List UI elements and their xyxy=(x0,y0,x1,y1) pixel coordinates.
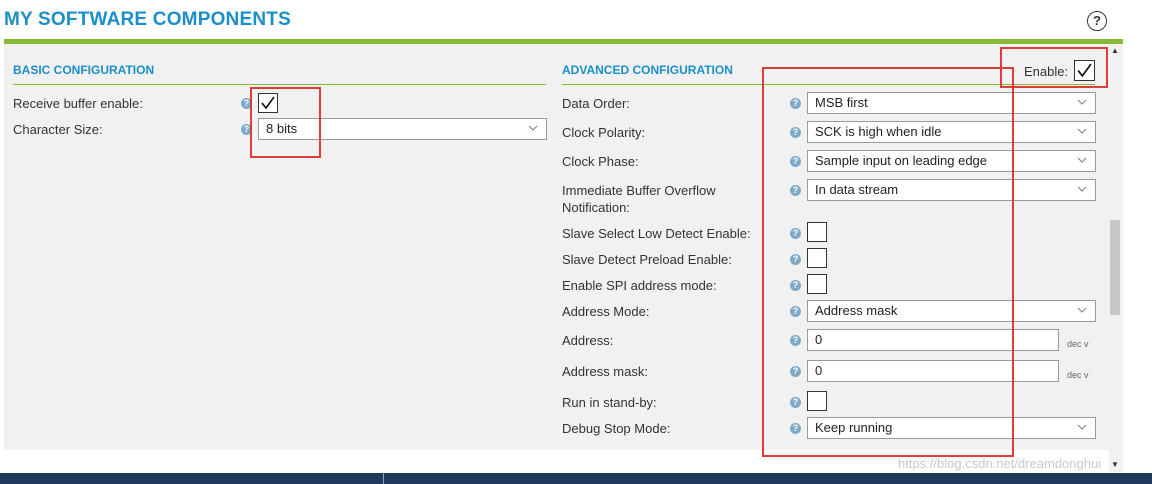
data-order-label: Data Order: xyxy=(562,96,630,111)
chevron-down-icon xyxy=(1077,128,1087,134)
debug-stop-label: Debug Stop Mode: xyxy=(562,421,671,436)
character-size-label: Character Size: xyxy=(13,122,103,137)
slave-preload-label: Slave Detect Preload Enable: xyxy=(562,252,732,267)
chevron-down-icon xyxy=(1077,157,1087,163)
address-mode-label: Address Mode: xyxy=(562,304,650,319)
footer-divider xyxy=(383,473,384,484)
advanced-config-title: ADVANCED CONFIGURATION xyxy=(562,63,733,77)
address-label: Address: xyxy=(562,333,614,348)
basic-config-rule xyxy=(13,84,546,85)
scroll-down-arrow-icon[interactable]: ▼ xyxy=(1111,460,1119,469)
help-icon[interactable]: ? xyxy=(1087,11,1107,31)
clock-phase-label: Clock Phase: xyxy=(562,154,639,169)
chevron-down-icon xyxy=(528,125,538,131)
address-mask-label: Address mask: xyxy=(562,364,648,379)
run-standby-label: Run in stand-by: xyxy=(562,395,657,410)
highlight-box-enable xyxy=(1000,47,1108,88)
address-unit-select[interactable]: dec v xyxy=(1067,339,1089,349)
address-mask-unit-select[interactable]: dec v xyxy=(1067,370,1089,380)
overflow-label-line2: Notification: xyxy=(562,200,630,215)
page-title: MY SOFTWARE COMPONENTS xyxy=(4,9,291,30)
chevron-down-icon xyxy=(1077,424,1087,430)
scroll-up-arrow-icon[interactable]: ▲ xyxy=(1111,46,1119,55)
chevron-down-icon xyxy=(1077,307,1087,313)
footer-bar xyxy=(0,473,1152,484)
watermark: https://blog.csdn.net/dreamdonghui xyxy=(898,456,1102,471)
clock-polarity-label: Clock Polarity: xyxy=(562,125,646,140)
slave-low-detect-label: Slave Select Low Detect Enable: xyxy=(562,226,751,241)
overflow-label-line1: Immediate Buffer Overflow xyxy=(562,183,716,198)
overflow-notification-label: Immediate Buffer Overflow Notification: xyxy=(562,182,716,216)
spi-address-mode-label: Enable SPI address mode: xyxy=(562,278,717,293)
chevron-down-icon xyxy=(1077,186,1087,192)
receive-buffer-label: Receive buffer enable: xyxy=(13,96,143,111)
basic-config-title: BASIC CONFIGURATION xyxy=(13,63,155,77)
highlight-box-advanced xyxy=(762,67,1014,457)
scrollbar-thumb[interactable] xyxy=(1110,220,1120,315)
chevron-down-icon xyxy=(1077,99,1087,105)
highlight-box-basic xyxy=(250,87,321,158)
